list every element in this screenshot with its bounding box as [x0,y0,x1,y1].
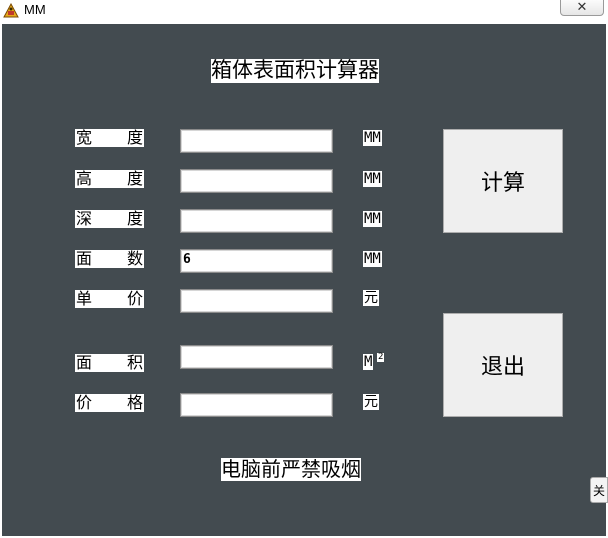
total-price-unit: 元 [363,394,379,410]
exit-button[interactable]: 退出 [443,313,563,417]
height-label: 高 度 [75,170,144,188]
unit-price-label: 单 价 [75,290,144,308]
client-area: 箱体表面积计算器 宽 度 MM 高 度 MM 深 度 MM 面 数 6 MM 单… [2,24,606,536]
width-label-char-1: 宽 [76,128,93,147]
unit-price-unit: 元 [363,290,379,306]
calculate-button[interactable]: 计算 [443,129,563,233]
area-label-char-1: 面 [76,353,93,372]
area-unit-superscript: 2 [377,352,385,362]
side-tab-label: 关 [592,483,605,498]
total-price-output[interactable] [180,393,333,417]
total-price-label: 价 格 [75,394,144,412]
side-tab-button[interactable]: 关 [590,477,608,503]
height-unit: MM [363,171,382,187]
face-count-label-char-2: 数 [126,249,143,268]
total-price-label-char-2: 格 [126,393,143,412]
area-unit: M [363,354,374,370]
unit-price-label-char-2: 价 [126,289,143,308]
height-label-char-1: 高 [76,169,93,188]
depth-input[interactable] [180,209,333,233]
total-price-label-char-1: 价 [76,393,93,412]
close-button[interactable]: ✕ [560,0,604,16]
app-icon [3,3,19,18]
width-input[interactable] [180,129,333,153]
width-label: 宽 度 [75,129,144,147]
title-bar: MM ✕ [0,0,608,22]
unit-price-label-char-1: 单 [76,289,93,308]
depth-label-char-1: 深 [76,209,93,228]
page-title: 箱体表面积计算器 [211,58,379,83]
depth-label-char-2: 度 [126,209,143,228]
width-unit: MM [363,130,382,146]
close-icon: ✕ [576,0,588,15]
height-label-char-2: 度 [126,169,143,188]
height-input[interactable] [180,169,333,193]
area-label-char-2: 积 [126,353,143,372]
area-label: 面 积 [75,354,144,372]
window-title: MM [24,2,46,17]
area-output[interactable] [180,345,333,369]
footer-notice: 电脑前严禁吸烟 [221,457,361,481]
face-count-label-char-1: 面 [76,249,93,268]
width-label-char-2: 度 [126,128,143,147]
face-count-unit: MM [363,251,382,267]
face-count-input[interactable]: 6 [180,249,333,273]
face-count-label: 面 数 [75,250,144,268]
depth-label: 深 度 [75,210,144,228]
unit-price-input[interactable] [180,289,333,313]
depth-unit: MM [363,211,382,227]
